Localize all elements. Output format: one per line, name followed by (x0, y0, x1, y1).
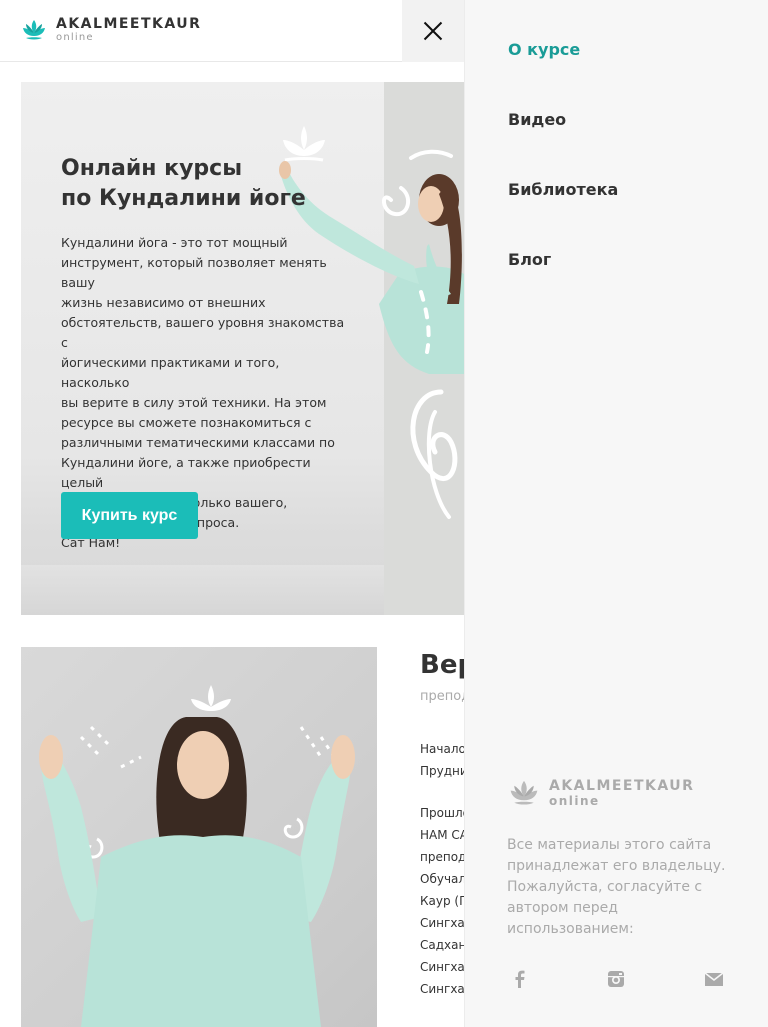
teacher-image (39, 685, 355, 1027)
hero-banner: Онлайн курсы по Кундалини йоге Кундалини… (21, 82, 464, 615)
logo-sub: online (56, 32, 94, 43)
teacher-photo (21, 647, 377, 1027)
menu-item-library[interactable]: Библиотека (508, 180, 618, 199)
menu-item-about[interactable]: О курсе (508, 40, 580, 59)
logo-name: AKALMEETKAUR (56, 16, 202, 32)
section2-line: Сингха (420, 982, 464, 996)
facebook-icon[interactable] (509, 968, 531, 990)
section2-line: Каур (Г (420, 894, 464, 908)
logo[interactable]: AKALMEETKAUR online (20, 16, 201, 44)
hero-title-line1: Онлайн курсы (61, 156, 243, 181)
section2-line: Сингха (420, 960, 464, 974)
close-area (402, 0, 464, 62)
menu-logo-sub: online (549, 794, 600, 808)
mail-icon[interactable] (703, 968, 725, 990)
section2-line: Прошло (420, 806, 464, 820)
lotus-icon (510, 780, 538, 805)
instagram-icon[interactable] (605, 968, 627, 990)
menu-item-blog[interactable]: Блог (508, 250, 551, 269)
menu-logo-name: AKALMEETKAUR (549, 778, 695, 794)
buy-course-button[interactable]: Купить курс (61, 492, 198, 539)
hero-title: Онлайн курсы по Кундалини йоге (61, 154, 361, 214)
section2-line: Начало (420, 742, 464, 756)
section2-gap (420, 782, 464, 802)
section2-line: Прудни (420, 764, 464, 778)
copyright-note: Все материалы этого сайта принадлежат ег… (507, 837, 726, 937)
menu-item-video[interactable]: Видео (508, 110, 566, 129)
section2-subtitle: препод (420, 689, 464, 704)
swirl-doodle-icon (382, 149, 458, 519)
header: AKALMEETKAUR online (0, 0, 464, 62)
section2-line: Обучал (420, 872, 464, 886)
section2-line: Сингха (420, 916, 464, 930)
hero-title-line2: по Кундалини йоге (61, 186, 306, 211)
section2-line: Садхан (420, 938, 464, 952)
section2-title: Вер (420, 650, 464, 680)
side-menu: О курсе Видео Библиотека Блог AKALMEETKA… (464, 0, 768, 1027)
close-icon[interactable] (422, 20, 444, 42)
section2-line: препод (420, 850, 464, 864)
section2-line: НАМ СА (420, 828, 464, 842)
lotus-icon (23, 20, 45, 40)
menu-logo[interactable]: AKALMEETKAUR online (507, 776, 694, 810)
section2-text: Начало Прудни Прошло НАМ СА препод Обуча… (420, 738, 464, 1000)
